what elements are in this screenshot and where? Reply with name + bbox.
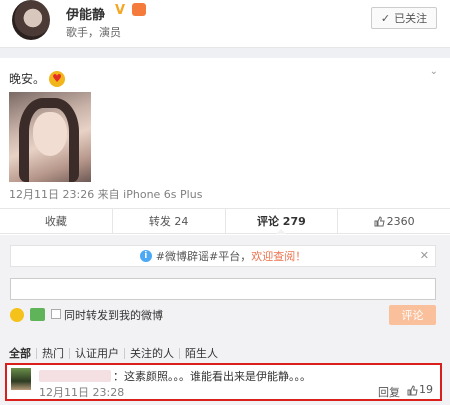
filter-tab-strangers[interactable]: 陌生人 <box>180 348 223 359</box>
profile-header: 伊能静 V 歌手，演员 ✓ 已关注 <box>0 0 450 48</box>
repost-checkbox[interactable] <box>51 309 61 319</box>
profile-name[interactable]: 伊能静 <box>66 4 105 23</box>
post-card: ⌄ 晚安。 ♥ 12月11日 23:26 来自 iPhone 6s Plus 收… <box>0 58 450 405</box>
filter-tab-following[interactable]: 关注的人 <box>125 348 180 359</box>
filter-tab-verified[interactable]: 认证用户 <box>70 348 125 359</box>
follow-button-label: 已关注 <box>394 12 428 25</box>
image-icon[interactable] <box>30 308 45 321</box>
commenter-name-redacted[interactable] <box>39 370 111 382</box>
commenter-avatar[interactable] <box>11 368 31 390</box>
comment-filter-tabs: 全部 热门 认证用户 关注的人 陌生人 <box>9 348 223 359</box>
thumbs-up-icon <box>374 216 385 227</box>
chevron-down-icon[interactable]: ⌄ <box>430 66 438 77</box>
info-icon: i <box>139 250 152 262</box>
comment-area: i #微博辟谣#平台， 欢迎查阅！ ✕ 同时转发到我的微博 评论 全部 热门 认… <box>0 235 450 405</box>
check-icon: ✓ <box>380 11 391 25</box>
post-image[interactable] <box>9 92 91 182</box>
comment-tab[interactable]: 评论 279 <box>226 209 339 234</box>
thumbs-up-icon <box>407 384 418 395</box>
like-button[interactable]: 2360 <box>338 209 450 233</box>
repost-button[interactable]: 转发 24 <box>113 209 226 233</box>
like-count: 2360 <box>386 214 415 228</box>
profile-description: 歌手，演员 <box>66 26 121 39</box>
post-text: 晚安。 ♥ <box>9 70 66 87</box>
reply-button[interactable]: 回复 <box>378 384 400 400</box>
notice-text: #微博辟谣#平台， <box>155 250 252 263</box>
action-bar: 收藏 转发 24 评论 279 2360 <box>0 208 450 234</box>
comment-text: ：这素颜照。。。谁能看出来是伊能静。。。 <box>113 370 311 383</box>
comment-input[interactable] <box>10 278 436 300</box>
favorite-button[interactable]: 收藏 <box>0 209 113 233</box>
filter-tab-all[interactable]: 全部 <box>9 348 37 359</box>
notice-link[interactable]: 欢迎查阅！ <box>251 248 306 264</box>
repost-label: 同时转发到我的微博 <box>64 309 163 322</box>
submit-comment-button[interactable]: 评论 <box>389 305 436 325</box>
comment-like-count: 19 <box>419 383 433 396</box>
close-icon[interactable]: ✕ <box>420 249 429 262</box>
profile-avatar[interactable] <box>12 0 50 40</box>
comment-item: ：这素颜照。。。谁能看出来是伊能静。。。 12月11日 23:28 回复 19 <box>5 363 442 401</box>
post-meta: 12月11日 23:26 来自 iPhone 6s Plus <box>9 188 203 201</box>
verified-badge-icon: V <box>115 3 126 18</box>
post-text-content: 晚安。 <box>9 72 46 86</box>
heart-emoji-icon: ♥ <box>49 70 66 87</box>
comment-like-button[interactable]: 19 <box>407 383 433 396</box>
comment-time: 12月11日 23:28 <box>39 386 125 399</box>
filter-tab-hot[interactable]: 热门 <box>37 348 70 359</box>
rumor-notice: i #微博辟谣#平台， 欢迎查阅！ ✕ <box>10 245 436 267</box>
follow-button[interactable]: ✓ 已关注 <box>371 7 437 29</box>
emoji-icon[interactable] <box>10 308 24 322</box>
member-crown-icon <box>132 3 146 16</box>
